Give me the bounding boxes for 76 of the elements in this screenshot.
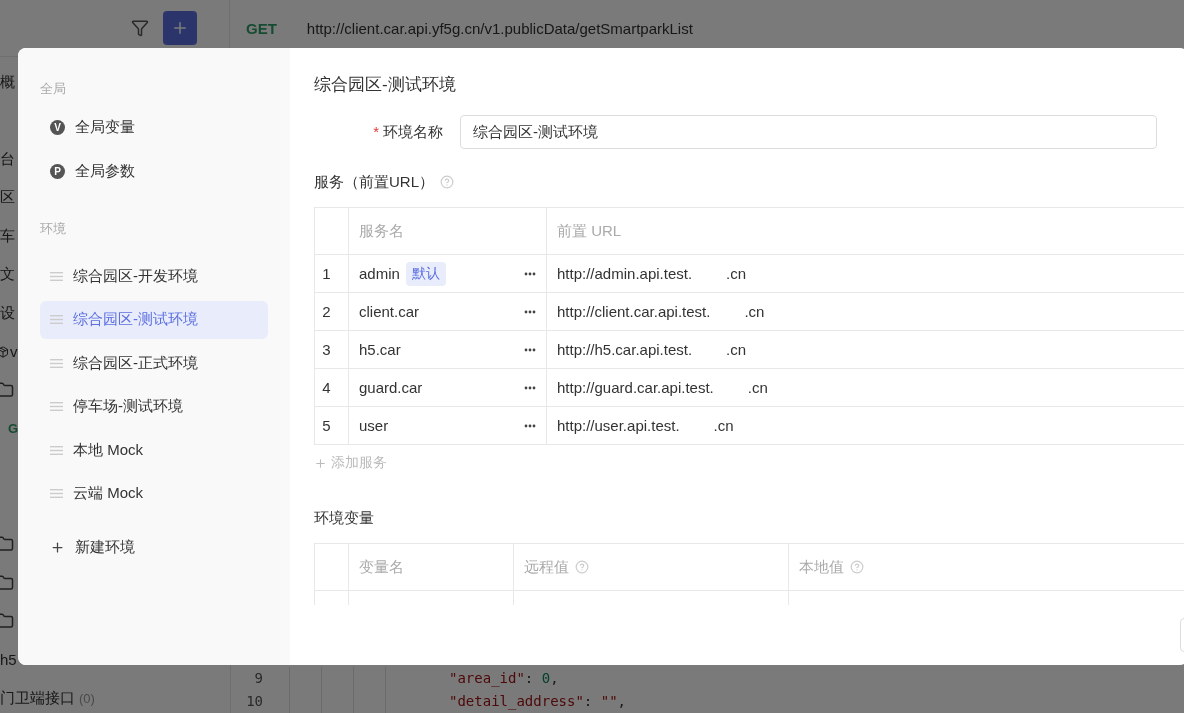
plus-icon [171,19,189,37]
more-icon[interactable] [524,423,536,428]
new-environment-button[interactable]: 新建环境 [40,528,268,566]
table-cell: guard.car [359,379,423,396]
row-number: 4 [322,379,331,396]
column-header: 前置 URL [557,221,622,241]
drag-handle-icon[interactable] [50,489,63,498]
more-icon[interactable] [524,309,536,314]
table-cell: http://user.api.test. .cn [557,417,734,434]
row-number: 1 [322,265,331,282]
folder-icon[interactable] [0,535,14,554]
folder-icon[interactable] [0,612,14,631]
row-number: 3 [322,341,331,358]
section-heading: 环境 [40,220,67,238]
environment-item[interactable]: 综合园区-测试环境 [40,300,268,339]
column-header: 本地值 [799,557,844,577]
environment-item[interactable]: 停车场-测试环境 [40,387,268,426]
sidebar-item[interactable]: 区 [0,188,15,208]
method-label: G [7,421,19,437]
sidebar-item[interactable]: 设 [0,303,15,323]
table-cell: user [359,417,389,434]
table-cell: h5.car [359,341,401,358]
table-cell: http://guard.car.api.test. .cn [557,379,768,396]
folder-icon[interactable] [0,573,14,592]
sidebar-item[interactable]: 门卫端接口 [0,688,75,708]
sidebar-item[interactable]: 台 [0,149,15,169]
more-icon[interactable] [524,271,536,276]
dialog-title: 综合园区-测试环境 [314,74,457,96]
sidebar-item[interactable]: 车 [0,226,15,246]
drag-handle-icon[interactable] [50,271,63,281]
url-field[interactable]: http://client.car.api.yf5g.cn/v1.publicData/getSmartparkList [306,19,693,37]
name-field[interactable]: 综合园区-测试环境 [460,115,1157,149]
environment-item[interactable]: 本地 Mock [40,431,268,469]
table-cell: admin [359,265,400,282]
sidebar-item[interactable]: v [10,343,18,361]
environment-item[interactable]: 云端 Mock [40,474,268,513]
table-cell: http://h5.car.api.test. .cn [557,341,747,358]
letter-icon: V [50,119,65,135]
folder-icon[interactable] [0,381,14,400]
section-heading: 环境变量 [314,508,374,528]
row-number: 2 [322,303,331,320]
column-header: 远程值 [524,557,569,577]
drag-handle-icon[interactable] [50,402,63,411]
section-heading: 全局 [40,80,67,98]
line-number: 9 [254,669,263,688]
plus-icon [314,456,327,470]
more-icon[interactable] [524,347,536,352]
field-label: * 环境名称 [372,122,443,142]
add-button[interactable] [163,11,197,45]
sidebar-item[interactable]: h5 [0,651,17,669]
sidebar-item[interactable]: 文 [0,265,15,285]
sidebar-item[interactable]: 概 [0,72,15,92]
package-icon [0,345,9,358]
drag-handle-icon[interactable] [50,315,63,324]
plus-icon [50,539,65,555]
line-number: 10 [246,692,263,711]
more-icon[interactable] [524,385,536,390]
table-cell: http://client.car.api.test. .cn [557,303,765,320]
code-line: "detail_address": "", [449,692,626,712]
table-cell: http://admin.api.test. .cn [557,265,747,282]
http-method[interactable]: GET [246,19,277,37]
column-header: 服务名 [359,221,404,241]
drag-handle-icon[interactable] [50,358,63,368]
row-number: 5 [322,417,331,434]
drag-handle-icon[interactable] [50,445,63,455]
code-line: "area_id": 0, [449,669,560,689]
nav-item[interactable]: V 全局变量 [40,108,268,146]
default-tag: 默认 [405,261,446,286]
table-cell: client.car [359,303,420,320]
letter-icon: P [50,163,65,179]
environment-item[interactable]: 综合园区-开发环境 [40,257,268,295]
filter-icon[interactable] [131,19,149,37]
environment-item[interactable]: 综合园区-正式环境 [40,344,268,382]
nav-item[interactable]: P 全局参数 [40,152,268,190]
section-heading: 服务（前置URL） [314,172,434,192]
column-header: 变量名 [359,557,404,577]
